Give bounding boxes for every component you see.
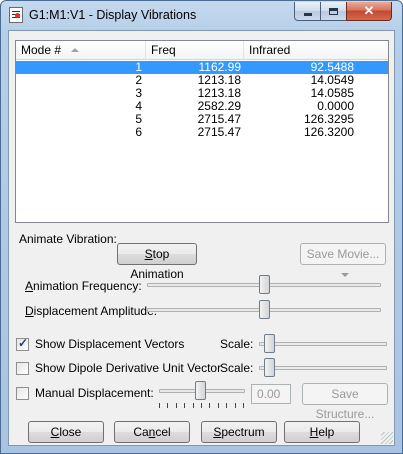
cancel-label-tail: cel bbox=[155, 425, 171, 439]
app-icon bbox=[9, 7, 23, 23]
tick-mark bbox=[201, 403, 202, 408]
mode-cell: 6 bbox=[135, 125, 142, 139]
save-movie-label: Save Movie... bbox=[306, 247, 380, 261]
mode-cell: 5 bbox=[135, 112, 142, 126]
save-structure-button[interactable]: Save Structure... bbox=[302, 383, 388, 421]
tick-mark bbox=[159, 403, 160, 408]
dipole-scale-slider[interactable] bbox=[264, 358, 275, 377]
stop-animation-button[interactable]: Stop Animation bbox=[117, 243, 197, 281]
checkmark-icon: ✓ bbox=[18, 336, 29, 350]
show-dipole-derivative-checkbox[interactable]: ✓ bbox=[16, 362, 29, 375]
close-window-button[interactable]: ✕ bbox=[346, 2, 392, 21]
manual-displacement-label: Manual Displacement: bbox=[35, 386, 154, 400]
tick-mark bbox=[217, 403, 219, 408]
title-bar[interactable]: G1:M1:V1 - Display Vibrations ✕ bbox=[1, 1, 402, 29]
minimize-icon bbox=[303, 12, 312, 16]
infrared-cell: 126.3200 bbox=[303, 125, 354, 139]
close-icon: ✕ bbox=[363, 3, 375, 18]
table-row[interactable]: 6 2715.47 126.3200 bbox=[16, 126, 388, 139]
tick-mark bbox=[192, 403, 194, 408]
modes-list[interactable]: Mode # Freq Infrared 1 1162.99 92.5488 2 121… bbox=[15, 40, 389, 223]
show-displacement-vectors-label: Show Displacement Vectors bbox=[35, 337, 185, 351]
tick-mark bbox=[175, 403, 177, 408]
save-movie-button[interactable]: Save Movie... bbox=[300, 243, 386, 277]
column-label: Mode # bbox=[21, 43, 62, 57]
tick-mark bbox=[226, 403, 228, 408]
displacement-amplitude-label: Displacement Amplitude: bbox=[25, 304, 158, 318]
help-label: elp bbox=[318, 425, 335, 439]
tick-mark bbox=[234, 403, 236, 408]
manual-displacement-value[interactable]: 0.00 bbox=[251, 384, 291, 404]
minimize-button[interactable] bbox=[294, 2, 321, 21]
mode-cell: 2 bbox=[135, 73, 142, 87]
help-button[interactable]: Help bbox=[284, 421, 360, 443]
animation-frequency-slider[interactable] bbox=[259, 275, 270, 294]
tick-mark bbox=[184, 403, 186, 408]
spectrum-label: pectrum bbox=[221, 425, 265, 439]
column-label: Infrared bbox=[249, 43, 291, 57]
stop-animation-label: top Animation bbox=[130, 247, 184, 281]
vectors-scale-slider[interactable] bbox=[264, 334, 275, 353]
column-header-mode[interactable]: Mode # bbox=[16, 41, 146, 59]
mode-cell: 3 bbox=[135, 86, 142, 100]
manual-displacement-ticks bbox=[159, 403, 244, 408]
vectors-scale-track[interactable] bbox=[259, 342, 387, 346]
mode-cell: 1 bbox=[135, 60, 142, 74]
maximize-button[interactable] bbox=[320, 2, 347, 21]
show-dipole-derivative-label: Show Dipole Derivative Unit Vector bbox=[35, 361, 222, 375]
vectors-scale-label: Scale: bbox=[220, 337, 254, 351]
animation-frequency-text: nimation Frequency: bbox=[33, 279, 142, 293]
close-label: lose bbox=[59, 425, 82, 439]
dipole-scale-label: Scale: bbox=[220, 361, 254, 375]
cancel-label-head: Ca bbox=[133, 425, 149, 439]
dipole-scale-track[interactable] bbox=[259, 366, 387, 370]
show-displacement-vectors-checkbox[interactable]: ✓ bbox=[16, 336, 29, 351]
displacement-amplitude-slider[interactable] bbox=[259, 300, 270, 319]
tick-mark bbox=[209, 403, 211, 408]
column-header-infrared[interactable]: Infrared bbox=[244, 41, 388, 59]
tick-mark bbox=[167, 403, 169, 408]
animation-frequency-label: Animation Frequency: bbox=[25, 279, 142, 293]
manual-displacement-slider[interactable] bbox=[195, 381, 206, 400]
tick-mark bbox=[243, 403, 244, 408]
window-title: G1:M1:V1 - Display Vibrations bbox=[29, 8, 197, 22]
dialog-window: G1:M1:V1 - Display Vibrations ✕ Mode # F… bbox=[0, 0, 403, 454]
animate-vibration-label: Animate Vibration: bbox=[19, 232, 117, 246]
displacement-amplitude-text: isplacement Amplitude: bbox=[33, 304, 158, 318]
list-header: Mode # Freq Infrared bbox=[16, 41, 388, 60]
manual-displacement-checkbox[interactable]: ✓ bbox=[16, 387, 29, 400]
close-button[interactable]: Close bbox=[28, 421, 104, 443]
spectrum-button[interactable]: Spectrum bbox=[201, 421, 277, 443]
sort-ascending-icon bbox=[71, 48, 79, 52]
resize-grip-icon[interactable] bbox=[381, 432, 393, 444]
mode-cell: 4 bbox=[135, 99, 142, 113]
column-label: Freq bbox=[151, 43, 176, 57]
cancel-button[interactable]: Cancel bbox=[114, 421, 190, 443]
dropdown-arrow-icon bbox=[341, 272, 349, 277]
maximize-icon bbox=[329, 7, 338, 15]
freq-cell: 2715.47 bbox=[197, 125, 241, 139]
dialog-client: Mode # Freq Infrared 1 1162.99 92.5488 2 121… bbox=[8, 30, 395, 446]
column-header-freq[interactable]: Freq bbox=[146, 41, 244, 59]
